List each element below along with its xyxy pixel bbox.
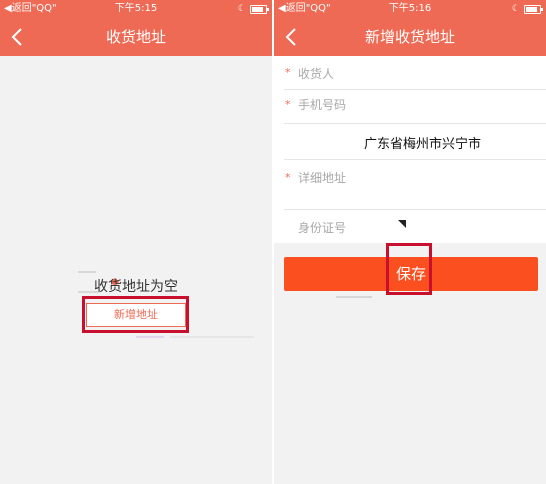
page-title: 新增收货地址 bbox=[364, 28, 455, 46]
moon-icon: ☾ bbox=[511, 4, 520, 14]
region-field[interactable]: 广东省梅州市兴宁市 bbox=[274, 124, 546, 160]
detail-address-label: 详细地址 bbox=[298, 171, 347, 185]
status-bar: ◀返回"QQ" 下午5:15 ☾ bbox=[0, 0, 272, 18]
detail-address-field[interactable]: * 详细地址 bbox=[274, 160, 546, 210]
phone-label: 手机号码 bbox=[298, 98, 347, 112]
faint-artifact bbox=[336, 296, 372, 298]
cursor-artifact bbox=[398, 220, 406, 228]
faint-artifact bbox=[78, 271, 96, 273]
nav-bar: 新增收货地址 bbox=[274, 18, 546, 56]
nav-bar: 收货地址 bbox=[0, 18, 272, 56]
faint-artifact bbox=[78, 291, 98, 293]
battery-icon bbox=[524, 5, 543, 14]
required-marker: * bbox=[285, 66, 291, 79]
required-marker: * bbox=[285, 171, 291, 184]
required-marker: * bbox=[285, 98, 291, 111]
status-bar: ◀返回"QQ" 下午5:16 ☾ bbox=[274, 0, 546, 18]
status-time: 下午5:16 bbox=[388, 3, 432, 14]
region-value: 广东省梅州市兴宁市 bbox=[364, 137, 482, 152]
consignee-label: 收货人 bbox=[298, 67, 335, 81]
highlight-box bbox=[386, 243, 432, 295]
status-time: 下午5:15 bbox=[114, 3, 158, 14]
left-phone-screen: ◀返回"QQ" 下午5:15 ☾ 收货地址 收货地址为空 新增地址 bbox=[0, 0, 272, 484]
battery-icon bbox=[250, 5, 269, 14]
highlight-box bbox=[82, 296, 189, 333]
id-number-field[interactable]: 身份证号 bbox=[274, 210, 546, 243]
moon-icon: ☾ bbox=[237, 4, 246, 14]
faint-artifact bbox=[136, 336, 164, 338]
right-phone-screen: ◀返回"QQ" 下午5:16 ☾ 新增收货地址 * 收货人 * 手机号码 广东省… bbox=[274, 0, 546, 484]
id-number-label: 身份证号 bbox=[298, 221, 347, 235]
page-title: 收货地址 bbox=[105, 28, 166, 46]
faint-artifact bbox=[170, 336, 254, 338]
consignee-field[interactable]: * 收货人 bbox=[274, 56, 546, 90]
phone-field[interactable]: * 手机号码 bbox=[274, 90, 546, 124]
empty-state-text: 收货地址为空 bbox=[94, 279, 178, 295]
